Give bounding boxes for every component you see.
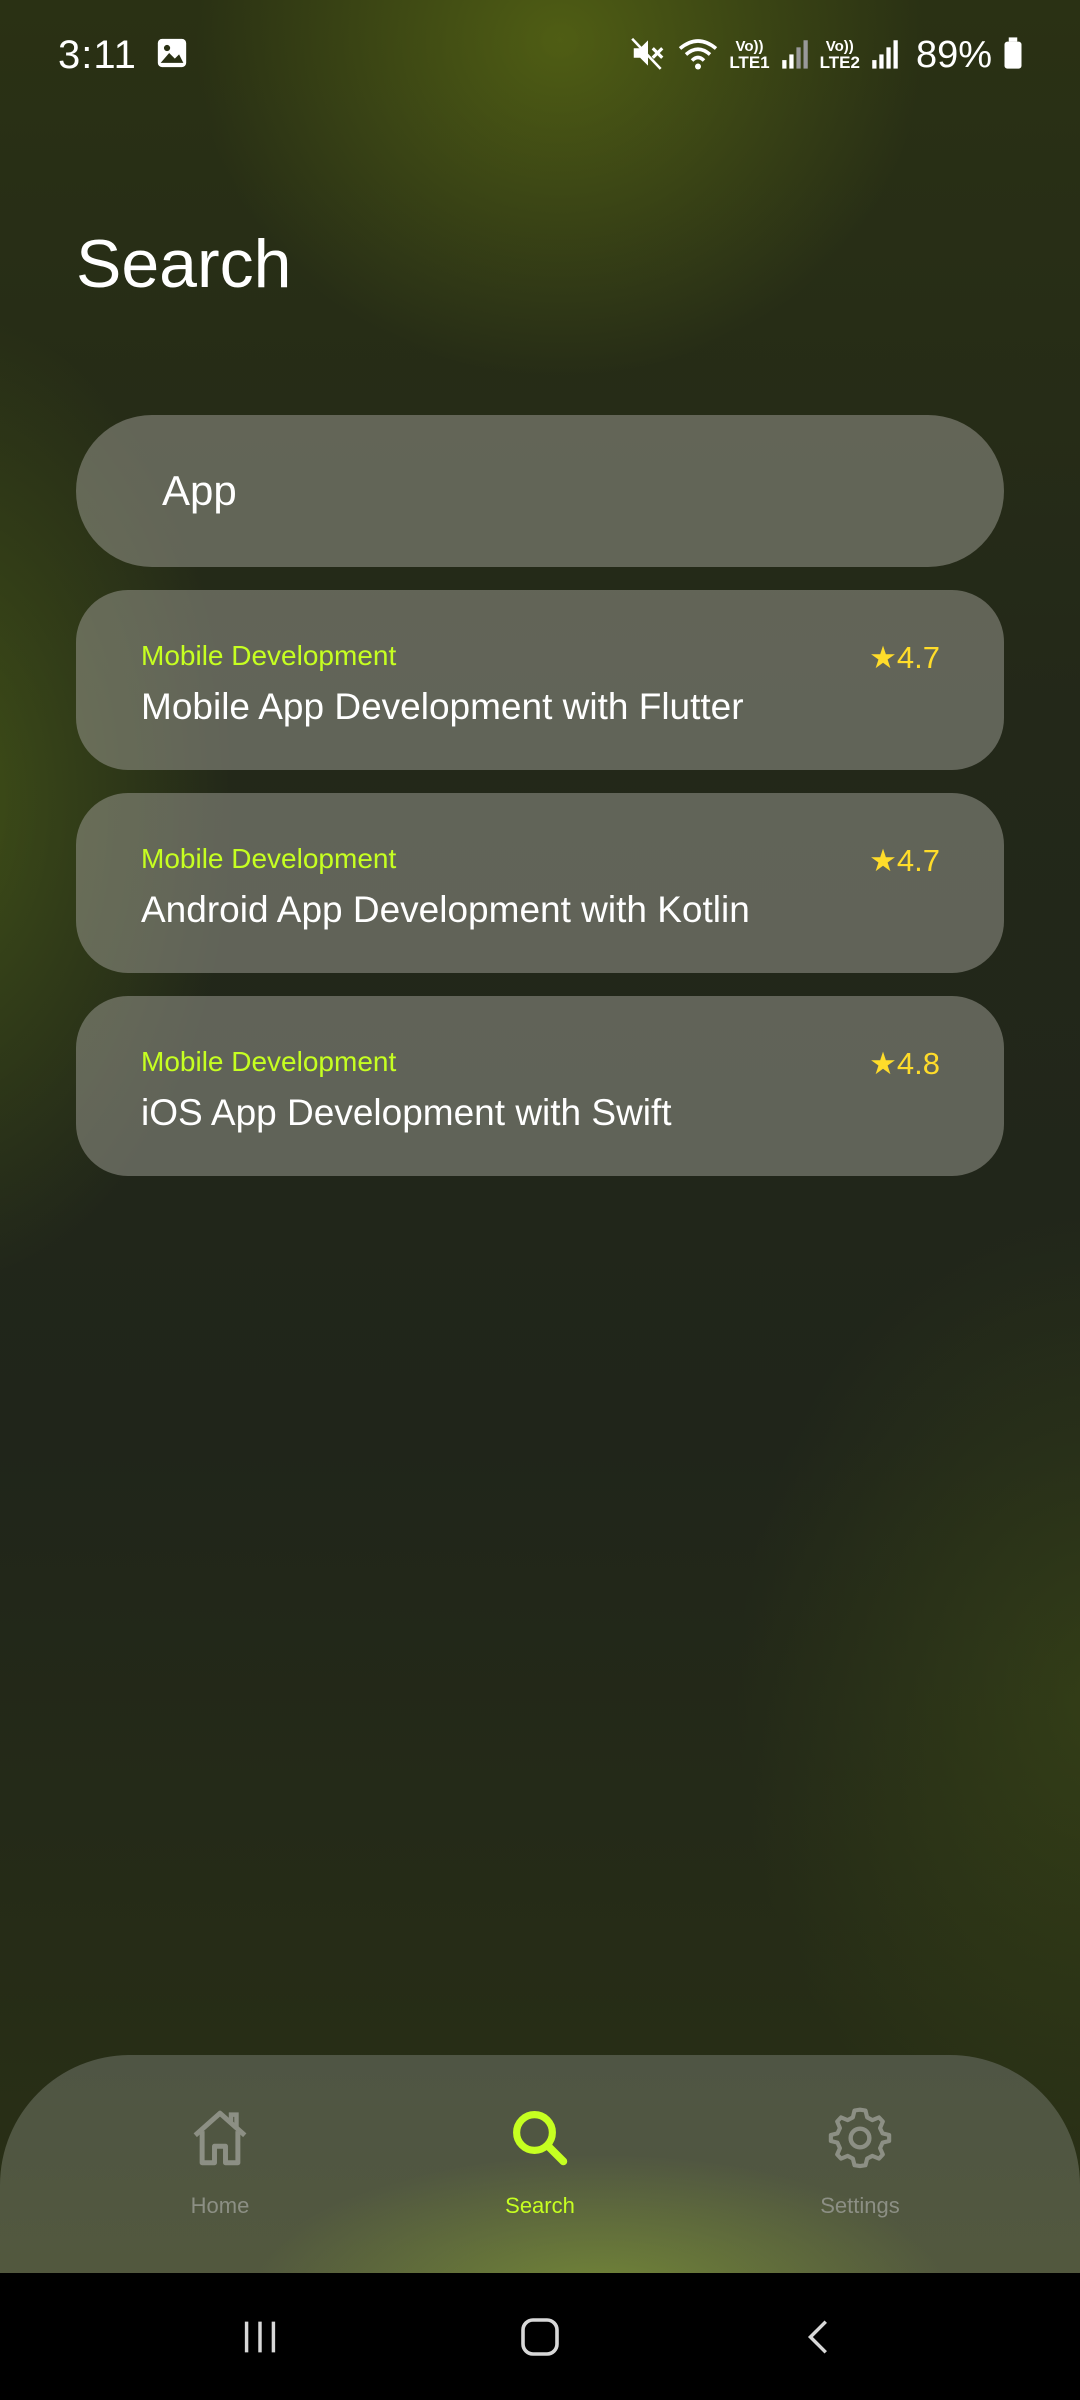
sim1-vo: Vo)) xyxy=(735,38,764,55)
result-title: Android App Development with Kotlin xyxy=(141,889,750,930)
search-input[interactable]: App xyxy=(76,415,1004,567)
status-time: 3:11 xyxy=(58,32,137,77)
signal-icon xyxy=(870,36,900,75)
nav-label-settings: Settings xyxy=(820,2193,900,2218)
search-input-value[interactable]: App xyxy=(162,467,237,515)
result-card[interactable]: Mobile Development Android App Developme… xyxy=(76,793,1004,973)
result-rating: ★4.8 xyxy=(869,1046,940,1081)
status-bar: 3:11 Vo)) LTE1 Vo)) LTE2 89% xyxy=(0,0,1080,110)
status-left: 3:11 xyxy=(58,33,189,78)
nav-item-settings[interactable]: Settings xyxy=(740,2105,980,2219)
result-category: Mobile Development xyxy=(141,843,397,874)
sim2-lte: LTE2 xyxy=(819,53,860,72)
page-title: Search xyxy=(76,226,292,302)
search-results-list: Mobile Development Mobile App Developmen… xyxy=(76,590,1004,1199)
result-card[interactable]: Mobile Development iOS App Development w… xyxy=(76,996,1004,1176)
result-rating: ★4.7 xyxy=(869,640,940,675)
status-right: Vo)) LTE1 Vo)) LTE2 89% xyxy=(629,34,1024,77)
home-button-icon[interactable] xyxy=(516,2313,564,2361)
mute-icon xyxy=(629,34,667,77)
signal-icon xyxy=(780,36,810,75)
recent-apps-icon[interactable] xyxy=(237,2314,283,2360)
home-icon xyxy=(187,2105,253,2171)
result-category: Mobile Development xyxy=(141,640,397,671)
nav-item-search[interactable]: Search xyxy=(420,2105,660,2219)
search-icon xyxy=(507,2105,573,2171)
sim2-vo: Vo)) xyxy=(825,38,854,55)
battery-icon xyxy=(1002,36,1024,75)
nav-label-search: Search xyxy=(505,2193,575,2218)
bottom-nav: Home Search Settings xyxy=(0,2055,1080,2273)
nav-item-home[interactable]: Home xyxy=(100,2105,340,2219)
result-rating: ★4.7 xyxy=(869,843,940,878)
result-title: iOS App Development with Swift xyxy=(141,1092,672,1133)
gear-icon xyxy=(827,2105,893,2171)
image-icon xyxy=(155,36,189,75)
sim2-indicator: Vo)) LTE2 xyxy=(820,39,860,71)
result-category: Mobile Development xyxy=(141,1046,397,1077)
wifi-icon xyxy=(677,34,719,77)
system-nav-bar xyxy=(0,2273,1080,2400)
battery-percent: 89% xyxy=(915,33,992,76)
result-title: Mobile App Development with Flutter xyxy=(141,686,744,727)
nav-label-home: Home xyxy=(190,2193,250,2218)
sim1-lte: LTE1 xyxy=(729,53,770,72)
result-card[interactable]: Mobile Development Mobile App Developmen… xyxy=(76,590,1004,770)
back-icon[interactable] xyxy=(797,2314,843,2360)
sim1-indicator: Vo)) LTE1 xyxy=(729,39,769,71)
